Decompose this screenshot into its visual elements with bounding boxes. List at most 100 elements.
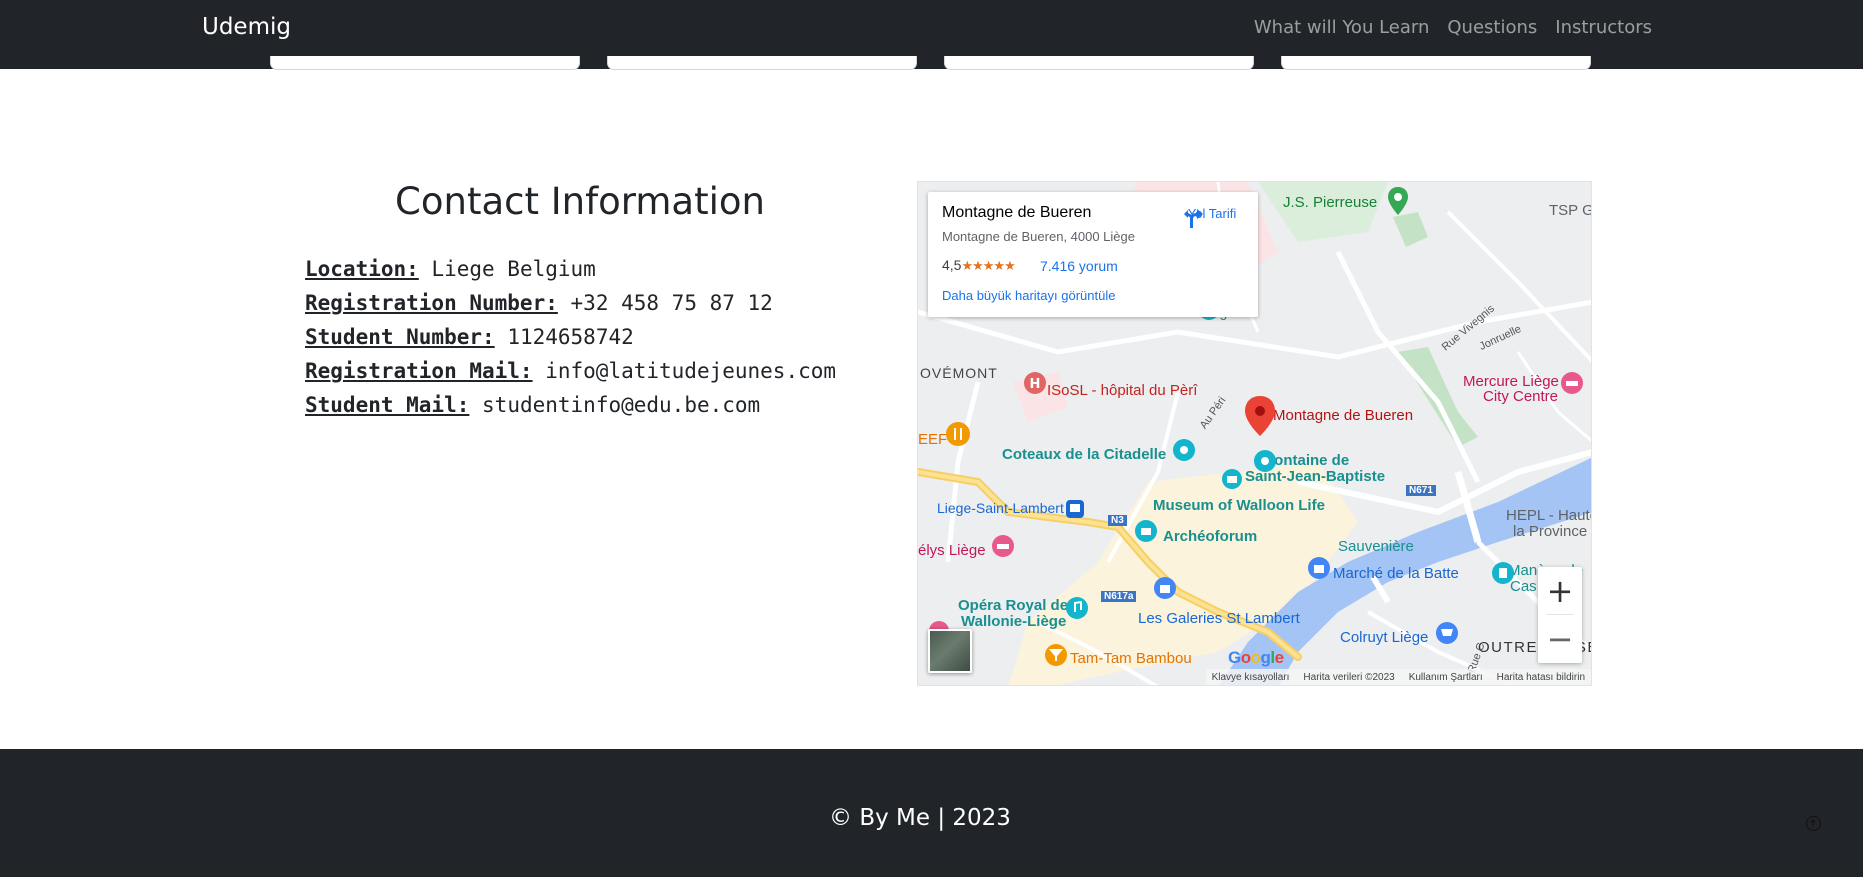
train-station-icon bbox=[1066, 500, 1084, 518]
shopping-icon bbox=[1308, 557, 1330, 579]
place-rating: 4,5★★★★★ bbox=[942, 257, 1016, 274]
nav-links: What will You Learn Questions Instructor… bbox=[1254, 17, 1652, 38]
map-label-poi: Les Galeries St Lambert bbox=[1138, 610, 1300, 627]
road-shield: N617a bbox=[1101, 591, 1137, 602]
map-label-poi: Museum of Walloon Life bbox=[1153, 497, 1325, 514]
place-info-card: Montagne de Bueren Montagne de Bueren, 4… bbox=[928, 192, 1258, 317]
brand-link[interactable]: Udemig bbox=[202, 14, 291, 40]
map-label-poi: Fontaine de bbox=[1265, 452, 1350, 469]
copyright-text: © By Me | 2023 bbox=[829, 805, 1011, 831]
page-footer: © By Me | 2023 bbox=[0, 749, 1863, 877]
zoom-controls: + − bbox=[1538, 567, 1582, 663]
park-pin-icon bbox=[1388, 187, 1408, 215]
map-label-poi: TSP Ga bbox=[1549, 202, 1591, 219]
contact-list: Location: Liege Belgium Registration Num… bbox=[305, 252, 836, 422]
google-logo: Google bbox=[1228, 648, 1284, 667]
contact-row-location: Location: Liege Belgium bbox=[305, 252, 836, 286]
card-bottom-edge bbox=[607, 56, 917, 70]
map-label-poi: ISoSL - hôpital du Pèrî bbox=[1047, 382, 1198, 399]
scroll-to-top-button[interactable] bbox=[1806, 816, 1821, 831]
map-label-poi: Opéra Royal de bbox=[958, 597, 1069, 614]
camera-icon bbox=[1254, 450, 1276, 472]
contact-value: info@latitudejeunes.com bbox=[545, 359, 837, 383]
directions-button[interactable]: Yol Tarifi bbox=[1182, 206, 1242, 228]
report-error-link[interactable]: Harita hatası bildirin bbox=[1497, 672, 1585, 683]
map-label-poi: Tam-Tam Bambou bbox=[1070, 650, 1192, 667]
contact-key: Student Number: bbox=[305, 325, 495, 349]
map-label-poi: Cas bbox=[1510, 578, 1537, 595]
map-park bbox=[1398, 347, 1478, 447]
contact-key: Registration Number: bbox=[305, 291, 558, 315]
shopping-icon bbox=[1154, 577, 1176, 599]
contact-key: Student Mail: bbox=[305, 393, 470, 417]
card-bottom-edge bbox=[270, 56, 580, 70]
contact-row-student-number: Student Number: 1124658742 bbox=[305, 320, 836, 354]
map-label-poi: Wallonie-Liège bbox=[961, 613, 1067, 630]
map-road bbox=[1446, 210, 1591, 363]
place-address: Montagne de Bueren, 4000 Liège bbox=[942, 229, 1135, 244]
nav-link-what-will-you-learn[interactable]: What will You Learn bbox=[1254, 17, 1430, 38]
contact-row-registration-mail: Registration Mail: info@latitudejeunes.c… bbox=[305, 354, 836, 388]
card-bottom-edge bbox=[944, 56, 1254, 70]
hotel-icon bbox=[992, 535, 1014, 557]
map-label-district: OVÉMONT bbox=[920, 365, 998, 381]
map-label-poi: élys Liège bbox=[918, 542, 986, 559]
map-label-poi: Marché de la Batte bbox=[1333, 565, 1459, 582]
place-name: Montagne de Bueren bbox=[942, 204, 1092, 221]
music-icon bbox=[1066, 597, 1088, 619]
terms-link[interactable]: Kullanım Şartları bbox=[1409, 672, 1483, 683]
keyboard-shortcuts-link[interactable]: Klavye kısayolları bbox=[1212, 672, 1290, 683]
zoom-in-button[interactable]: + bbox=[1538, 567, 1582, 614]
map-label-poi: J.S. Pierreuse bbox=[1283, 194, 1378, 211]
map-label-poi: EEF bbox=[918, 431, 948, 448]
contact-value: Liege Belgium bbox=[431, 257, 596, 281]
road-shield: N3 bbox=[1108, 515, 1127, 526]
landmark-icon bbox=[1492, 562, 1514, 584]
contact-value: studentinfo@edu.be.com bbox=[482, 393, 761, 417]
museum-icon bbox=[1222, 469, 1242, 489]
zoom-out-button[interactable]: − bbox=[1538, 615, 1582, 662]
nav-link-instructors[interactable]: Instructors bbox=[1555, 17, 1652, 38]
contact-title: Contact Information bbox=[395, 180, 765, 223]
road-shield: N671 bbox=[1406, 485, 1436, 496]
rating-value: 4,5 bbox=[942, 257, 962, 273]
map-label-marker: Montagne de Bueren bbox=[1273, 407, 1414, 424]
contact-row-student-mail: Student Mail: studentinfo@edu.be.com bbox=[305, 388, 836, 422]
map-road bbox=[1335, 250, 1481, 484]
directions-icon bbox=[1184, 209, 1203, 228]
restaurant-icon bbox=[946, 422, 970, 446]
map-park bbox=[1393, 212, 1428, 247]
hotel-icon bbox=[1561, 372, 1583, 394]
view-larger-map-link[interactable]: Daha büyük haritayı görüntüle bbox=[942, 288, 1115, 303]
map-data-text: Harita verileri ©2023 bbox=[1303, 671, 1395, 683]
hospital-icon: H bbox=[1024, 372, 1046, 394]
nav-link-questions[interactable]: Questions bbox=[1447, 17, 1537, 38]
map-road bbox=[945, 381, 981, 563]
map-label-district: Sauvenière bbox=[1338, 538, 1414, 555]
contact-key: Registration Mail: bbox=[305, 359, 533, 383]
contact-key: Location: bbox=[305, 257, 419, 281]
map-label-poi: la Province bbox=[1513, 523, 1588, 540]
contact-row-registration-number: Registration Number: +32 458 75 87 12 bbox=[305, 286, 836, 320]
shopping-cart-icon bbox=[1436, 622, 1458, 644]
map-label-poi: Archéoforum bbox=[1163, 528, 1258, 545]
satellite-layer-toggle[interactable] bbox=[928, 629, 972, 673]
embedded-map[interactable]: N671 N3 N617a J.S. Pierreuse TSP Ga Cita… bbox=[917, 181, 1592, 686]
reviews-link[interactable]: 7.416 yorum bbox=[1040, 258, 1118, 274]
museum-icon bbox=[1135, 520, 1157, 542]
contact-value: +32 458 75 87 12 bbox=[570, 291, 773, 315]
camera-icon bbox=[1173, 439, 1195, 461]
svg-text:H: H bbox=[1030, 377, 1041, 392]
map-label-poi: City Centre bbox=[1483, 388, 1559, 405]
rating-stars-icon: ★★★★★ bbox=[961, 258, 1015, 273]
map-park bbox=[1258, 182, 1388, 242]
map-label-poi: HEPL - Haute bbox=[1506, 507, 1592, 524]
bar-icon bbox=[1045, 644, 1067, 666]
map-footer: Klavye kısayolları Harita verileri ©2023… bbox=[1205, 669, 1591, 685]
map-label-transit: Liege-Saint-Lambert bbox=[937, 500, 1064, 516]
contact-value: 1124658742 bbox=[507, 325, 634, 349]
location-marker-icon[interactable] bbox=[1245, 396, 1275, 436]
arrow-up-icon bbox=[1810, 819, 1816, 826]
map-label-poi: Coteaux de la Citadelle bbox=[1002, 446, 1167, 463]
map-label-poi: Colruyt Liège bbox=[1340, 629, 1429, 646]
